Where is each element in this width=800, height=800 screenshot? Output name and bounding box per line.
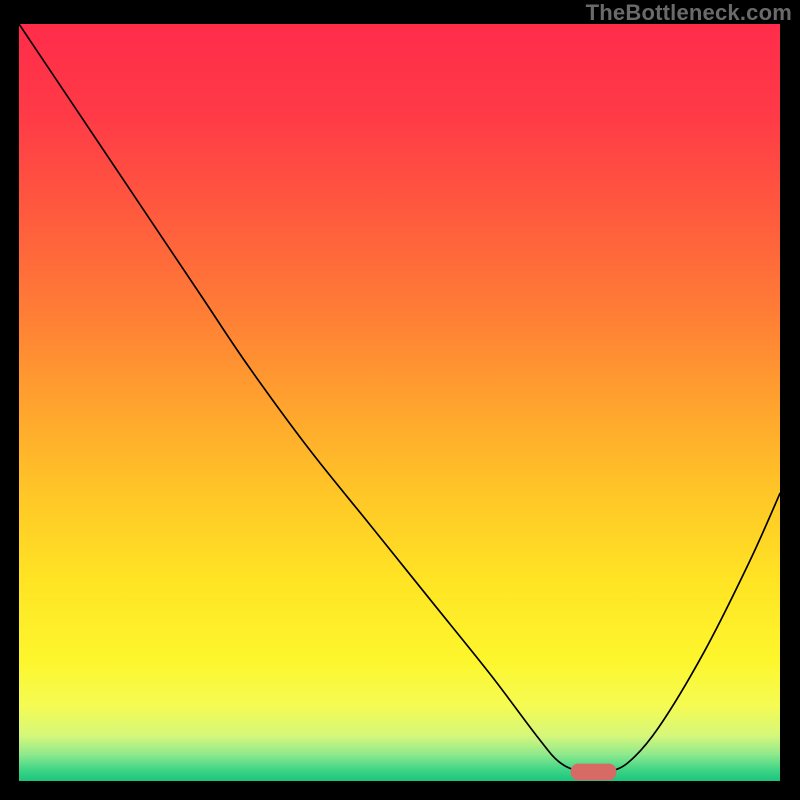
gradient-background [19,24,780,781]
bottleneck-chart [19,24,780,781]
attribution-text: TheBottleneck.com [586,0,792,26]
bottleneck-chart-svg [19,24,780,781]
optimum-marker [571,764,617,781]
